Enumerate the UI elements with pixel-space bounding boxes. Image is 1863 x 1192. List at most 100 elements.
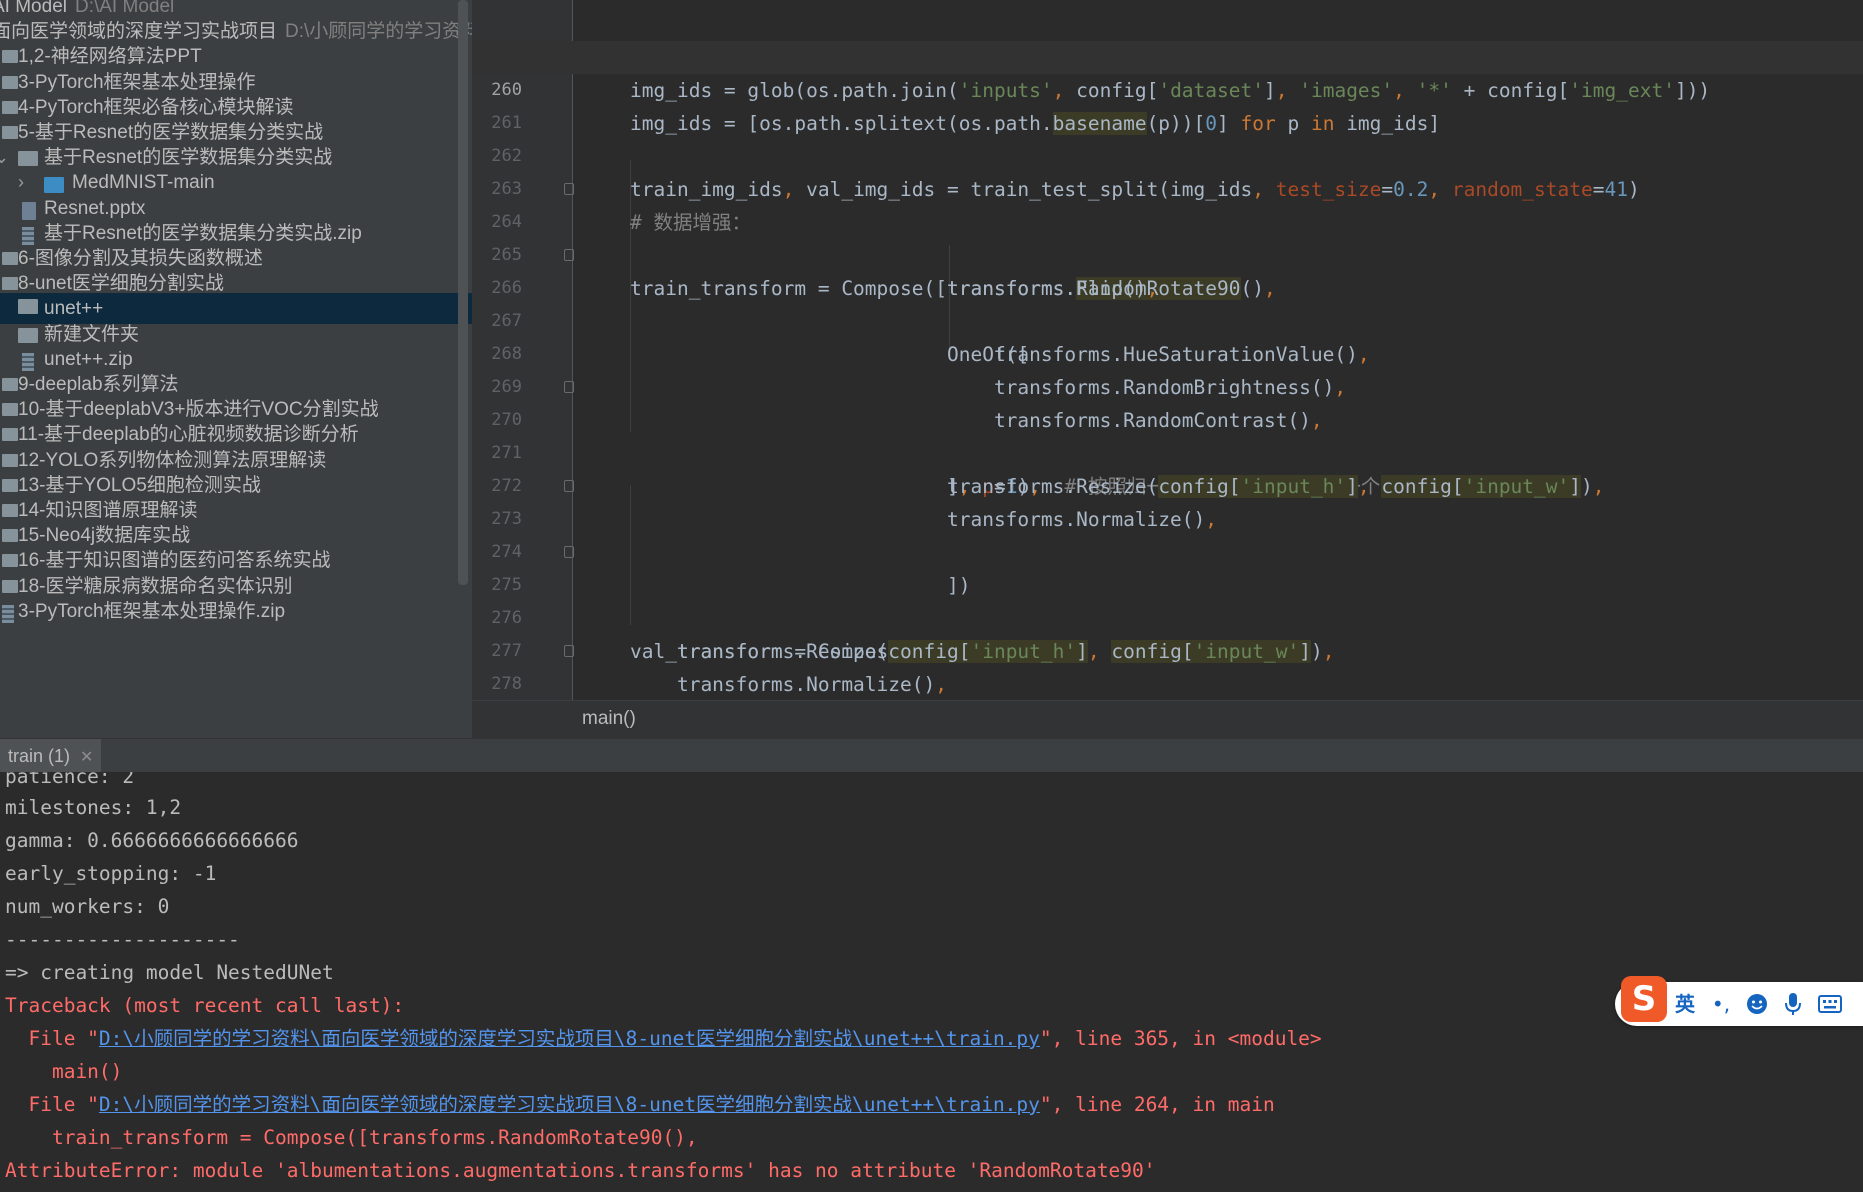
tree-item-label: 12-YOLO系列物体检测算法原理解读	[18, 449, 327, 471]
code-line: 259 img_ids = glob(os.path.join('inputs'…	[472, 8, 1863, 102]
folder-icon	[44, 177, 64, 194]
tab-label: train (1)	[8, 746, 71, 766]
smiley-icon[interactable]	[1743, 989, 1771, 1019]
tree-item-label: MedMNIST-main	[72, 172, 215, 194]
archive-file-icon	[22, 352, 34, 371]
tree-item[interactable]: 新建文件夹	[0, 322, 472, 347]
tree-item-label: 18-医学糖尿病数据命名实体识别	[18, 575, 293, 597]
code-line: 265 transforms.Flip(),	[472, 206, 1863, 300]
console-line: num_workers: 0	[5, 895, 170, 918]
fold-marker-icon[interactable]	[564, 480, 574, 492]
run-console[interactable]: patience: 2 milestones: 1,2 gamma: 0.666…	[0, 772, 1863, 1192]
sogou-logo-icon[interactable]: S	[1621, 976, 1667, 1022]
code-line: 274	[472, 503, 1863, 562]
tree-item[interactable]: 12-YOLO系列物体检测算法原理解读	[0, 448, 472, 473]
tree-item[interactable]: 4-PyTorch框架必备核心模块解读	[0, 95, 472, 120]
breadcrumb[interactable]: main()	[472, 700, 1863, 738]
chevron-right-icon[interactable]: ›	[18, 170, 32, 195]
tree-item-label: 1,2-神经网络算法PPT	[18, 46, 202, 68]
fold-marker-icon[interactable]	[564, 249, 574, 261]
fold-marker-icon[interactable]	[564, 645, 574, 657]
chevron-down-icon[interactable]: ⌄	[0, 145, 9, 170]
tree-item-label: 基于Resnet的医学数据集分类实战	[44, 147, 333, 169]
code-line: 273 ])	[472, 470, 1863, 597]
code-editor[interactable]: 259 img_ids = glob(os.path.join('inputs'…	[472, 0, 1863, 738]
tree-item-label: unet++	[44, 298, 104, 320]
folder-icon	[2, 378, 18, 391]
folder-icon	[2, 277, 18, 291]
tree-item[interactable]: 11-基于deeplab的心脏视频数据诊断分析	[0, 422, 472, 447]
code-line: 266 OneOf([	[472, 239, 1863, 366]
tree-item-label: 6-图像分割及其损失函数概述	[18, 248, 263, 269]
keyboard-icon[interactable]	[1815, 989, 1845, 1019]
archive-file-icon	[2, 604, 14, 623]
fold-marker-icon[interactable]	[564, 381, 574, 393]
tree-item[interactable]: 18-医学糖尿病数据命名实体识别	[0, 574, 472, 599]
tree-item[interactable]: 3-PyTorch框架基本处理操作.zip	[0, 599, 472, 624]
console-line: => creating model NestedUNet	[5, 961, 334, 984]
tree-item[interactable]: 5-基于Resnet的医学数据集分类实战	[0, 120, 472, 145]
folder-icon	[2, 403, 18, 417]
tree-item[interactable]: Resnet.pptx	[0, 196, 472, 221]
code-line: 262 train_img_ids, val_img_ids = train_t…	[472, 107, 1863, 201]
tree-item-expanded[interactable]: ⌄ 基于Resnet的医学数据集分类实战	[0, 145, 472, 170]
code-line: 268 transforms.RandomBrightness(),	[472, 305, 1863, 399]
code-line: 270 ], p=1), # 按照归一化的概率选择执行哪一个	[472, 371, 1863, 498]
tree-item[interactable]: 13-基于YOLO5细胞检测实战	[0, 473, 472, 498]
tree-item-label: 10-基于deeplabV3+版本进行VOC分割实战	[18, 399, 379, 421]
close-icon[interactable]: ✕	[80, 749, 93, 766]
tree-item[interactable]: 15-Neo4j数据库实战	[0, 523, 472, 548]
tree-item-selected[interactable]: unet++	[0, 293, 472, 325]
folder-icon	[2, 50, 18, 64]
tree-item-label: AI ModelD:\AI Model	[0, 0, 175, 17]
tree-item[interactable]: unet++.zip	[0, 347, 472, 372]
ime-punctuation-toggle[interactable]: •,	[1707, 989, 1735, 1019]
ime-toolbar[interactable]: S 英 •,	[1615, 976, 1863, 1026]
console-line: gamma: 0.6666666666666666	[5, 829, 299, 852]
tree-item[interactable]: 16-基于知识图谱的医药问答系统实战	[0, 548, 472, 573]
folder-icon	[2, 126, 18, 139]
traceback-header: Traceback (most recent call last):	[5, 994, 405, 1017]
fold-marker-icon[interactable]	[564, 183, 574, 195]
file-link[interactable]: D:\小顾同学的学习资料\面向医学领域的深度学习实战项目\8-unet医学细胞分…	[99, 1027, 1040, 1050]
file-link[interactable]: D:\小顾同学的学习资料\面向医学领域的深度学习实战项目\8-unet医学细胞分…	[99, 1093, 1040, 1116]
breadcrumb-item[interactable]: main()	[582, 701, 636, 737]
folder-icon	[2, 428, 18, 442]
tree-item[interactable]: 14-知识图谱原理解读	[0, 498, 472, 523]
code-line: 272 transforms.Normalize(),	[472, 437, 1863, 531]
tree-item[interactable]: 6-图像分割及其损失函数概述	[0, 246, 472, 271]
tree-item-label: 11-基于deeplab的心脏视频数据诊断分析	[18, 424, 359, 446]
tree-item-label: 15-Neo4j数据库实战	[18, 525, 191, 547]
tree-item-project[interactable]: 面向医学领域的深度学习实战项目D:\小顾同学的学习资料\面	[0, 19, 472, 44]
tree-item-label: 14-知识图谱原理解读	[18, 500, 198, 521]
folder-icon	[2, 75, 18, 89]
tree-item[interactable]: 3-PyTorch框架基本处理操作	[0, 70, 472, 95]
folder-icon	[18, 299, 38, 315]
tree-item[interactable]: › MedMNIST-main	[0, 170, 472, 195]
tree-item-label: 新建文件夹	[44, 323, 140, 345]
folder-icon	[2, 504, 18, 517]
tree-item[interactable]: 9-deeplab系列算法	[0, 372, 472, 397]
code-line: 275 val_transform = Compose([	[472, 536, 1863, 663]
tree-item[interactable]: 10-基于deeplabV3+版本进行VOC分割实战	[0, 397, 472, 422]
tree-item[interactable]: 基于Resnet的医学数据集分类实战.zip	[0, 221, 472, 246]
code-line: 278 ])	[472, 635, 1863, 694]
console-line: --------------------	[5, 928, 240, 951]
tree-item-label: 面向医学领域的深度学习实战项目D:\小顾同学的学习资料\面	[0, 21, 472, 43]
tree-item[interactable]: 1,2-神经网络算法PPT	[0, 44, 472, 69]
folder-icon	[18, 327, 38, 343]
code-line: 269 transforms.RandomContrast(),	[472, 338, 1863, 432]
code-line: 277 transforms.Normalize(),	[472, 602, 1863, 696]
ime-language-toggle[interactable]: 英	[1671, 989, 1699, 1019]
tree-item-label: 基于Resnet的医学数据集分类实战.zip	[44, 222, 362, 244]
tree-item-label: 3-PyTorch框架基本处理操作	[18, 71, 256, 93]
code-line: 271 transforms.Resize(config['input_h'],…	[472, 404, 1863, 498]
tab-run-train[interactable]: train (1) ✕	[0, 739, 102, 773]
tree-scrollbar[interactable]	[458, 0, 468, 585]
microphone-icon[interactable]	[1779, 989, 1807, 1019]
tree-item-root[interactable]: AI ModelD:\AI Model	[0, 0, 472, 19]
traceback-frame: File "D:\小顾同学的学习资料\面向医学领域的深度学习实战项目\8-une…	[5, 1027, 1322, 1050]
fold-marker-icon[interactable]	[564, 546, 574, 558]
archive-file-icon	[22, 226, 34, 245]
console-line: early_stopping: -1	[5, 862, 217, 885]
